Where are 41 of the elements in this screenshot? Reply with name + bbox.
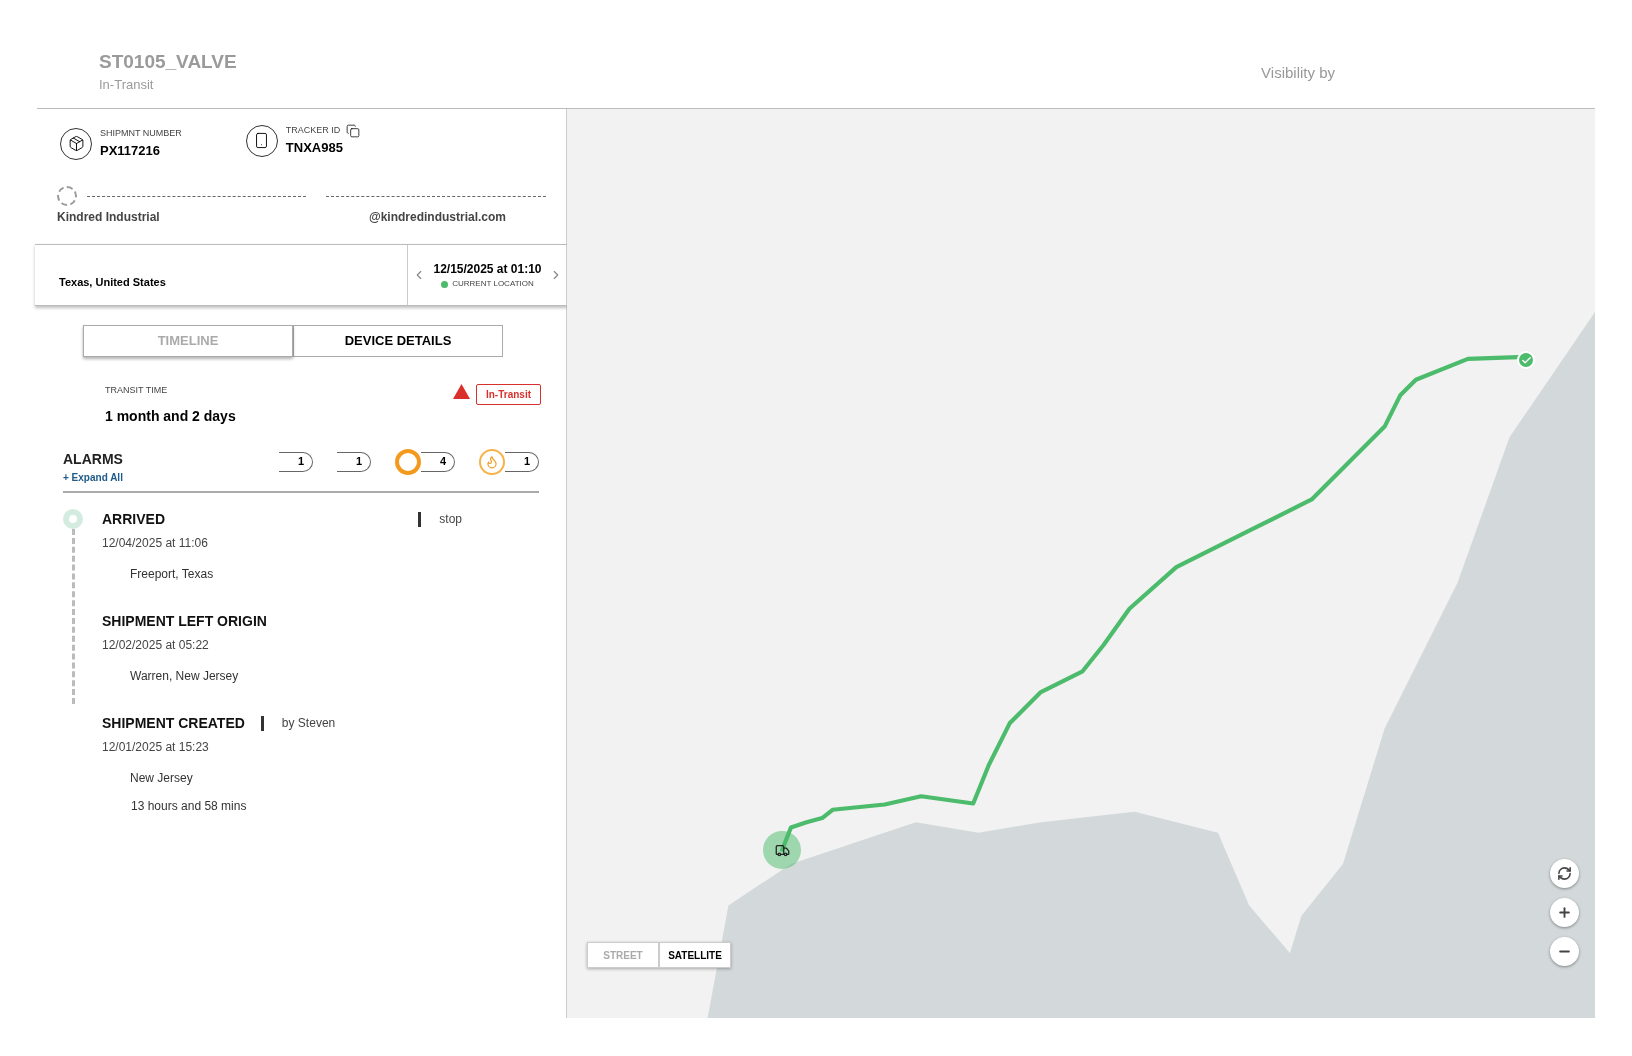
alarms-heading: ALARMS	[63, 449, 123, 469]
event-note: by Steven	[281, 715, 336, 732]
event-place: Freeport, Texas	[130, 565, 215, 583]
refresh-icon[interactable]	[1557, 866, 1572, 881]
location-text: Texas, United States	[58, 274, 167, 290]
pin-icon	[441, 280, 449, 288]
event-title: SHIPMENT LEFT ORIGIN	[102, 611, 267, 631]
shipment-status: In-Transit	[99, 76, 155, 94]
event-title: ARRIVED	[102, 509, 165, 529]
tab[interactable]: DEVICE DETAILS	[293, 325, 503, 357]
event-date: 12/04/2025 at 11:06	[102, 534, 209, 552]
truck-marker-icon[interactable]	[763, 831, 801, 869]
event-date: 12/02/2025 at 05:22	[102, 636, 210, 654]
event-duration: 13 hours and 58 mins	[131, 797, 248, 815]
plus-icon[interactable]	[1557, 905, 1572, 920]
field-label: SHIPMNT NUMBER	[100, 127, 182, 140]
tracker-id: TNXA985	[285, 138, 344, 157]
expand-all-link[interactable]: + Expand All	[63, 469, 123, 485]
destination-marker-icon[interactable]	[1517, 351, 1535, 369]
shipment-title: ST0105_VALVE	[99, 52, 237, 71]
company-name: Kindred Industrial	[57, 209, 160, 226]
location-time: 12/15/2025 at 01:10	[433, 261, 542, 278]
location-caption: CURRENT LOCATION	[452, 278, 534, 290]
brand-text: Visibility by	[1261, 63, 1335, 83]
event-date: 12/01/2025 at 15:23	[102, 738, 210, 756]
company-email: @kindredindustrial.com	[368, 209, 506, 226]
transit-time: 1 month and 2 days	[105, 406, 236, 426]
event-note: stop	[439, 511, 462, 528]
shipment-number: PX117216	[100, 141, 161, 160]
map-background[interactable]: STREET SATELLITE	[567, 109, 1595, 1018]
event-title: SHIPMENT CREATED	[102, 713, 245, 733]
field-label: TRACKER ID	[285, 124, 341, 137]
warning-icon	[453, 384, 470, 399]
flame-icon	[479, 448, 505, 475]
field-label: TRANSIT TIME	[105, 384, 169, 397]
event-place: New Jersey	[130, 769, 194, 787]
copy-icon[interactable]	[346, 123, 361, 138]
status-badge: In-Transit	[476, 384, 541, 405]
ring-icon	[395, 448, 421, 475]
map-layer-tab[interactable]: SATELLITE	[659, 942, 731, 968]
event-place: Warren, New Jersey	[130, 667, 240, 685]
